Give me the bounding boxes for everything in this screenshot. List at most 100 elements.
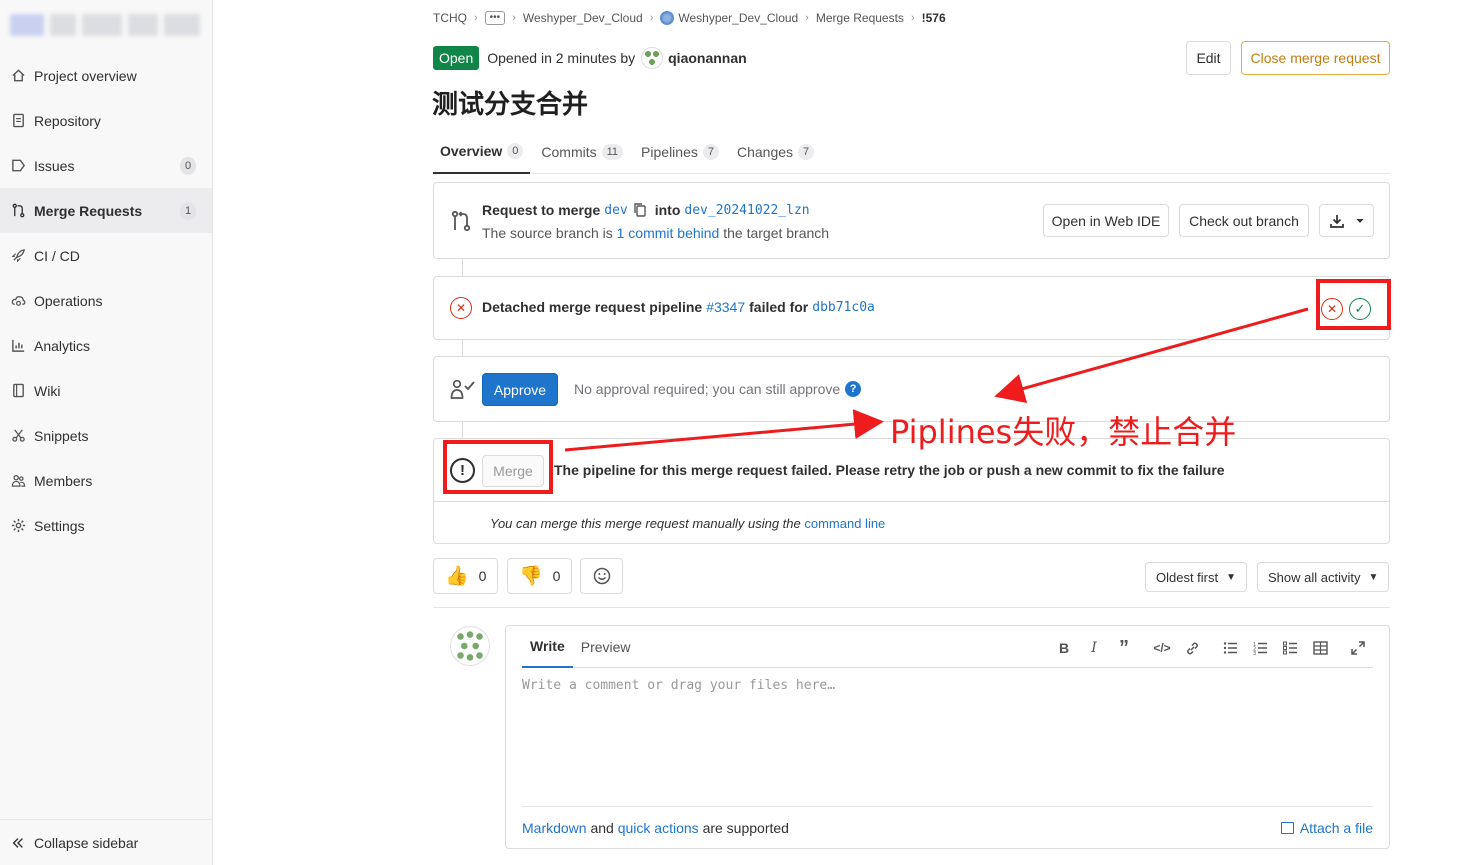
tab-commits[interactable]: Commits 11: [534, 130, 630, 174]
sidebar: Project overview Repository Issues 0 Mer…: [0, 0, 213, 865]
cloud-gear-icon: [11, 296, 26, 306]
breadcrumb: TCHQ › ••• › Weshyper_Dev_Cloud › Weshyp…: [433, 9, 946, 27]
pipeline-prefix: Detached merge request pipeline: [482, 299, 703, 315]
widget-connector: [462, 259, 463, 276]
approve-button[interactable]: Approve: [482, 373, 558, 406]
sidebar-item-wiki[interactable]: Wiki: [0, 368, 212, 413]
tab-overview[interactable]: Overview 0: [433, 130, 531, 174]
source-branch-link[interactable]: dev: [604, 203, 627, 218]
download-dropdown-button[interactable]: [1319, 204, 1374, 237]
code-icon[interactable]: </>: [1147, 638, 1177, 658]
open-web-ide-button[interactable]: Open in Web IDE: [1043, 204, 1169, 237]
user-check-icon: [450, 379, 475, 399]
pipeline-failed-icon[interactable]: ✕: [450, 297, 472, 319]
sort-dropdown[interactable]: Oldest first ▼: [1145, 562, 1248, 592]
tab-write[interactable]: Write: [522, 626, 573, 668]
thumbs-down-button[interactable]: 👎 0: [507, 558, 572, 594]
widget-connector: [462, 340, 463, 356]
quote-icon[interactable]: ”: [1109, 637, 1139, 659]
git-merge-icon: [451, 210, 471, 232]
comment-textarea[interactable]: Write a comment or drag your files here…: [522, 678, 835, 693]
commit-sha-link[interactable]: dbb71c0a: [812, 300, 875, 315]
sidebar-item-repository[interactable]: Repository: [0, 98, 212, 143]
attach-file-label: Attach a file: [1299, 819, 1373, 836]
table-icon[interactable]: [1305, 638, 1335, 658]
bullet-list-icon[interactable]: [1215, 638, 1245, 658]
tab-preview[interactable]: Preview: [573, 626, 639, 668]
sidebar-item-label: Snippets: [34, 427, 89, 444]
italic-icon[interactable]: I: [1079, 638, 1109, 658]
sidebar-item-label: Members: [34, 472, 93, 489]
tab-label: Overview: [440, 143, 503, 159]
breadcrumb-current[interactable]: !576: [922, 11, 946, 25]
tab-changes[interactable]: Changes 7: [730, 130, 821, 174]
annotation-label: Piplines失败，禁止合并: [890, 413, 1237, 451]
chevron-down-icon: ▼: [1226, 571, 1237, 583]
fullscreen-icon[interactable]: [1343, 638, 1373, 658]
sidebar-nav: Project overview Repository Issues 0 Mer…: [0, 53, 212, 548]
sidebar-item-label: CI / CD: [34, 247, 80, 264]
pipeline-status-text: Detached merge request pipeline #3347 fa…: [482, 299, 879, 315]
request-to-merge-line: Request to merge dev into dev_20241022_l…: [482, 202, 814, 218]
numbered-list-icon[interactable]: 123: [1245, 638, 1275, 658]
attach-file-button[interactable]: Attach a file: [1280, 819, 1373, 836]
quick-actions-link[interactable]: quick actions: [618, 820, 699, 836]
sidebar-item-label: Merge Requests: [34, 202, 143, 219]
close-merge-request-button[interactable]: Close merge request: [1241, 41, 1390, 75]
breadcrumb-ellipsis-button[interactable]: •••: [484, 11, 506, 25]
author-name[interactable]: qiaonannan: [668, 50, 747, 66]
link-icon[interactable]: [1177, 638, 1207, 658]
thumbs-down-count: 0: [552, 568, 561, 584]
add-reaction-button[interactable]: [580, 558, 623, 594]
tab-label: Commits: [541, 144, 597, 160]
copy-icon[interactable]: [634, 203, 647, 217]
author-avatar[interactable]: [641, 47, 664, 69]
mr-tabs: Overview 0 Commits 11 Pipelines 7 Change…: [433, 130, 1390, 174]
breadcrumb-root[interactable]: TCHQ: [433, 11, 467, 25]
pipeline-status-card: ✕ Detached merge request pipeline #3347 …: [433, 276, 1390, 340]
current-user-avatar[interactable]: [450, 626, 490, 666]
activity-filter-label: Show all activity: [1268, 569, 1361, 585]
bold-icon[interactable]: B: [1049, 638, 1079, 658]
thumbs-down-icon: 👎: [519, 566, 543, 587]
collapse-sidebar-button[interactable]: Collapse sidebar: [0, 819, 212, 865]
chevron-right-icon: ›: [910, 12, 915, 24]
task-list-icon[interactable]: [1275, 638, 1305, 658]
sort-label: Oldest first: [1156, 569, 1219, 585]
sidebar-item-project-overview[interactable]: Project overview: [0, 53, 212, 98]
breadcrumb-project[interactable]: Weshyper_Dev_Cloud: [678, 11, 798, 25]
request-prefix: Request to merge: [482, 202, 601, 218]
markdown-link[interactable]: Markdown: [522, 820, 587, 836]
image-icon: [1280, 821, 1294, 834]
sidebar-item-issues[interactable]: Issues 0: [0, 143, 212, 188]
chevron-right-icon: ›: [805, 12, 809, 24]
sidebar-item-ci-cd[interactable]: CI / CD: [0, 233, 212, 278]
pipeline-id-link[interactable]: #3347: [706, 299, 745, 315]
target-branch-link[interactable]: dev_20241022_lzn: [684, 203, 809, 218]
sidebar-item-snippets[interactable]: Snippets: [0, 413, 212, 458]
command-line-link[interactable]: command line: [804, 516, 885, 531]
edit-button[interactable]: Edit: [1186, 41, 1231, 75]
thumbs-up-button[interactable]: 👍 0: [433, 558, 498, 594]
sidebar-item-merge-requests[interactable]: Merge Requests 1: [0, 188, 212, 233]
into-text: into: [654, 202, 681, 218]
sidebar-item-settings[interactable]: Settings: [0, 503, 212, 548]
sidebar-item-analytics[interactable]: Analytics: [0, 323, 212, 368]
activity-filter-dropdown[interactable]: Show all activity ▼: [1257, 562, 1390, 592]
commits-behind-link[interactable]: 1 commit behind: [617, 225, 720, 241]
opened-text: Opened in 2 minutes by: [487, 50, 636, 66]
sidebar-item-members[interactable]: Members: [0, 458, 212, 503]
sidebar-item-operations[interactable]: Operations: [0, 278, 212, 323]
merge-widget-card: ! Merge The pipeline for this merge requ…: [433, 438, 1390, 544]
tab-count: 11: [601, 144, 624, 160]
manual-merge-info: You can merge this merge request manuall…: [490, 516, 885, 531]
behind-suffix: the target branch: [723, 225, 830, 241]
collapse-sidebar-label: Collapse sidebar: [34, 834, 139, 851]
breadcrumb-group[interactable]: Weshyper_Dev_Cloud: [523, 11, 643, 25]
question-help-icon[interactable]: ?: [845, 381, 862, 397]
markdown-help: Markdown and quick actions are supported: [522, 820, 789, 836]
breadcrumb-section[interactable]: Merge Requests: [816, 11, 904, 25]
caret-down-icon: [1356, 218, 1363, 223]
tab-pipelines[interactable]: Pipelines 7: [634, 130, 726, 174]
check-out-branch-button[interactable]: Check out branch: [1179, 204, 1309, 237]
